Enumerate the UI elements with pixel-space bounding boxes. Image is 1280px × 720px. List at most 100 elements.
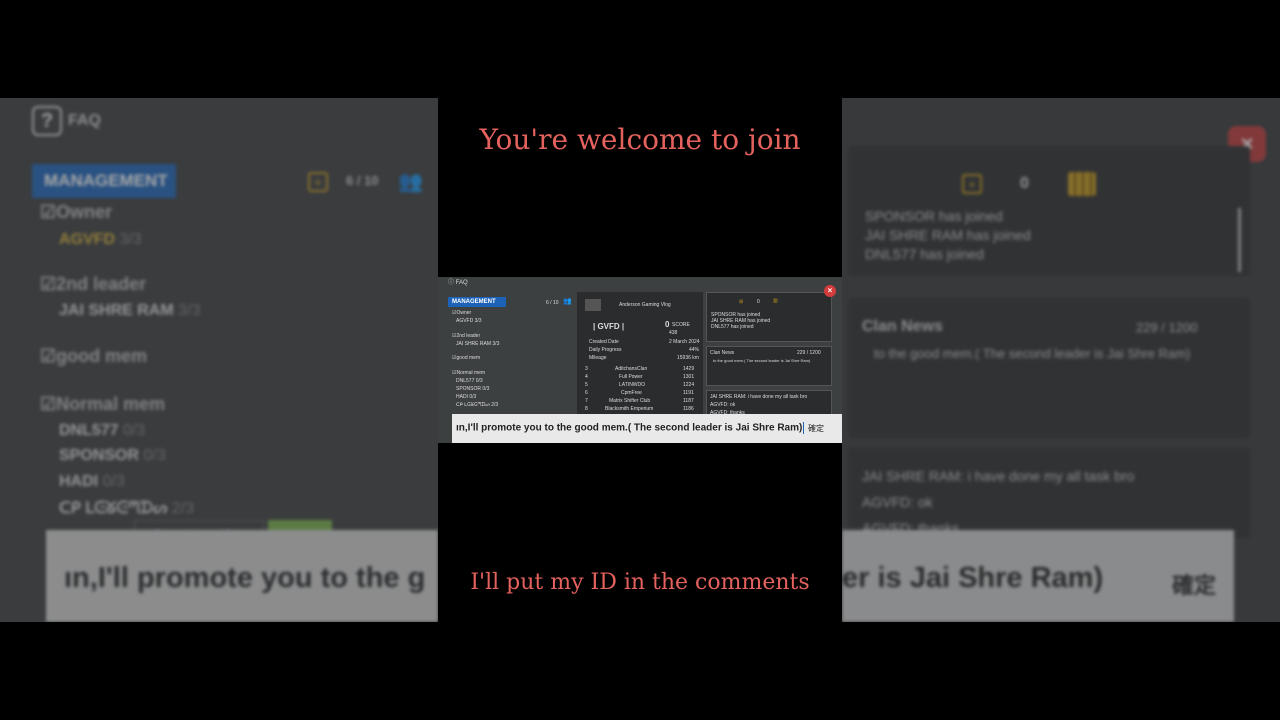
- mini-activity-card: ⊞ 0 ▥ SPONSOR has joined JAI SHRE RAM ha…: [706, 292, 832, 342]
- coin-value: 0: [1020, 175, 1029, 192]
- mini-clan-tag: | GVFD |: [593, 322, 625, 331]
- activity-line: SPONSOR has joined: [865, 208, 1003, 224]
- clan-badge-icon: [585, 299, 601, 311]
- clan-news-title: Clan News: [862, 318, 943, 335]
- mini-rank-score: 1429: [683, 366, 695, 372]
- activity-line: DNL577 has joined: [865, 246, 985, 262]
- mini-right-column: ⊞ 0 ▥ SPONSOR has joined JAI SHRE RAM ha…: [706, 292, 834, 422]
- mini-stat-value: 15936 km: [677, 355, 699, 361]
- mini-rank-number: 3: [585, 366, 588, 372]
- mini-rank-clan: LATINWDO: [619, 382, 646, 388]
- chat-card: JAI SHRE RAM: i have done my all task br…: [848, 448, 1250, 538]
- mini-stat-label: Created Date: [589, 339, 619, 345]
- mini-chat-line: JAI SHRE RAM: i have done my all task br…: [710, 394, 808, 400]
- clan-news-text: to the good mem.( The second leader is J…: [874, 346, 1191, 361]
- input-text: ın,I'll promote you to the g: [64, 562, 426, 594]
- member-row: JAI SHRE RAM 3/3: [59, 302, 201, 319]
- mini-rank-clan: Full Power: [619, 374, 643, 380]
- member-count: 6 / 10: [346, 173, 379, 188]
- mini-member-row[interactable]: DNL577 0/3: [456, 378, 483, 384]
- mini-chat-line: AGVFD: ok: [710, 402, 736, 408]
- faq-label: FAQ: [68, 112, 101, 129]
- mini-stat-label: Mileage: [589, 355, 607, 361]
- chat-edit-bar[interactable]: ın,I'll promote you to the good mem.( Th…: [452, 414, 842, 443]
- text-input-strip: er is Jai Shre Ram) 確定: [842, 530, 1234, 622]
- mini-rank-number: 7: [585, 398, 588, 404]
- member-row: HADI 0/3: [59, 473, 125, 490]
- mini-rank-score: 1187: [683, 398, 694, 404]
- mini-rank-score: 1191: [683, 390, 694, 396]
- mini-coin-value: 0: [757, 299, 760, 305]
- mini-score-value: 0: [665, 320, 670, 329]
- management-bar: MANAGEMENT + 6 / 10 👥: [32, 164, 432, 198]
- confirm-label: 確定: [1172, 573, 1217, 598]
- background-right-panel: × + 0 SPONSOR has joined JAI SHRE RAM ha…: [842, 98, 1280, 622]
- mini-faq: ⓘ FAQ: [448, 280, 468, 286]
- mini-management-tab[interactable]: MANAGEMENT: [448, 297, 506, 307]
- plus-icon: ⊞: [739, 299, 744, 305]
- member-row: SPONSOR 0/3: [59, 447, 166, 464]
- confirm-button[interactable]: 確定: [808, 423, 824, 434]
- background-left-content: ? FAQ MANAGEMENT + 6 / 10 👥 ☑Owner AGVFD…: [0, 98, 438, 622]
- clan-news-count: 229 / 1200: [1136, 320, 1198, 335]
- mini-rank-owner: ☑Owner: [452, 310, 472, 316]
- edit-input-text[interactable]: ın,I'll promote you to the good mem.( Th…: [456, 422, 805, 434]
- plus-icon: +: [962, 174, 982, 194]
- people-icon[interactable]: 👥: [563, 298, 572, 305]
- background-right-content: × + 0 SPONSOR has joined JAI SHRE RAM ha…: [842, 98, 1280, 622]
- faq-row: ? FAQ: [32, 106, 101, 136]
- mini-rank-clan: CpmFree: [621, 390, 642, 396]
- activity-card: + 0 SPONSOR has joined JAI SHRE RAM has …: [848, 146, 1250, 276]
- input-text: er is Jai Shre Ram): [842, 562, 1104, 594]
- member-row: ᑕᑭ ᒪᕮᘜᕮᘉᗪᔕ 2/3: [59, 500, 195, 517]
- coins-icon: [1068, 172, 1096, 196]
- caption-bottom: I'll put my ID in the comments: [470, 570, 810, 595]
- mini-rank-number: 5: [585, 382, 588, 388]
- mini-stat-label: Daily Progress: [589, 347, 622, 353]
- mini-rank-good-mem: ☑good mem: [452, 355, 481, 361]
- clan-news-card: Clan News 229 / 1200 to the good mem.( T…: [848, 298, 1250, 438]
- chat-line: JAI SHRE RAM: i have done my all task br…: [862, 468, 1135, 484]
- game-screenshot: ⓘ FAQ MANAGEMENT 6 / 10 👥 ☑Owner AGVFD 3…: [438, 277, 842, 443]
- mini-rank-clan: Matrix Shifter Club: [609, 398, 651, 404]
- mini-rank-score: 1224: [683, 382, 695, 388]
- mini-rank-number: 6: [585, 390, 588, 396]
- close-icon[interactable]: ×: [824, 285, 836, 297]
- mini-member-row[interactable]: ᑕᑭ ᒪᕮᘜᕮᘉᗪᔕ 2/3: [456, 402, 498, 408]
- rank-second-leader: ☑2nd leader: [40, 274, 147, 294]
- chat-line: AGVFD: ok: [862, 494, 933, 510]
- mini-rank-number: 8: [585, 406, 588, 412]
- mini-clan-info: Anderson Gaming Vlog | GVFD | 0 SCORE 43…: [577, 292, 703, 422]
- caption-top: You're welcome to join: [479, 123, 801, 156]
- activity-line: JAI SHRE RAM has joined: [865, 227, 1031, 243]
- mini-member-count: 6 / 10: [546, 300, 559, 306]
- mini-rank-clan: Blacksmith Emperium: [605, 406, 654, 412]
- mini-member-row[interactable]: HADI 0/3: [456, 394, 476, 400]
- coins-icon: ▥: [773, 298, 778, 304]
- mini-member-row[interactable]: SPONSOR 0/3: [456, 386, 489, 392]
- plus-icon: +: [308, 172, 328, 192]
- mini-clan-name: Anderson Gaming Vlog: [619, 302, 671, 308]
- mini-clan-news-card: Clan News 229 / 1200 to the good mem.( T…: [706, 346, 832, 386]
- background-left-panel: ? FAQ MANAGEMENT + 6 / 10 👥 ☑Owner AGVFD…: [0, 98, 438, 622]
- mini-member-row[interactable]: JAI SHRE RAM 3/3: [456, 341, 499, 347]
- mini-member-row[interactable]: AGVFD 3/3: [456, 318, 482, 324]
- mini-stat-value: 44%: [689, 347, 700, 353]
- member-row: DNL577 0/3: [59, 422, 146, 439]
- mini-stat-value: 2 March 2024: [669, 339, 700, 345]
- mini-rank-second-leader: ☑2nd leader: [452, 333, 481, 339]
- text-caret: [803, 422, 805, 434]
- mini-clan-news-title: Clan News: [710, 350, 735, 356]
- management-tab: MANAGEMENT: [32, 164, 176, 198]
- people-icon: 👥: [398, 171, 423, 193]
- scrollbar: [1238, 208, 1241, 272]
- mini-rank-score: 1301: [683, 374, 695, 380]
- mini-score-sub: 438: [669, 330, 678, 336]
- rank-good-mem: ☑good mem: [40, 346, 148, 366]
- mini-rank-number: 4: [585, 374, 588, 380]
- mini-rank-clan: AditchansClan: [615, 366, 648, 372]
- rank-owner: ☑Owner: [40, 202, 113, 222]
- member-row: AGVFD 3/3: [59, 231, 142, 248]
- mini-rank-score: 1186: [683, 406, 694, 412]
- text-input-strip: ın,I'll promote you to the g: [46, 530, 438, 622]
